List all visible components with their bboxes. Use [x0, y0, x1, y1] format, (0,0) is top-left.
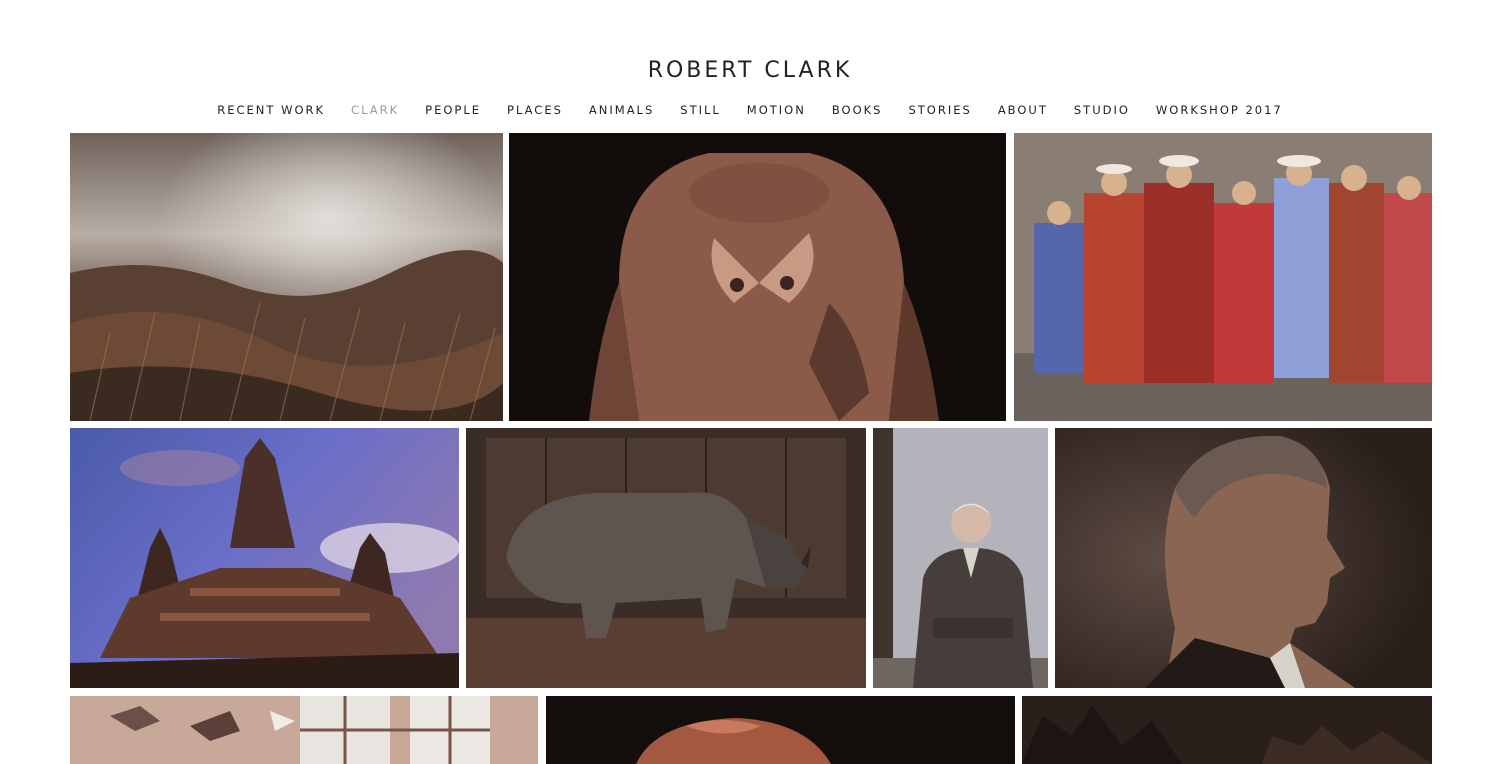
gallery-image-chest-moth[interactable]: [509, 133, 1006, 421]
gallery-image-dark-foliage[interactable]: [1022, 696, 1432, 764]
nav-item-about[interactable]: ABOUT: [985, 102, 1061, 118]
nav-item-still[interactable]: STILL: [667, 102, 734, 118]
nav-item-animals[interactable]: ANIMALS: [576, 102, 667, 118]
bird-room-photo: [70, 696, 538, 764]
gallery-image-profile-man[interactable]: [1055, 428, 1432, 688]
gallery-image-bird-room[interactable]: [70, 696, 538, 764]
nav-item-studio[interactable]: STUDIO: [1061, 102, 1143, 118]
site-title[interactable]: ROBERT CLARK: [0, 58, 1500, 83]
nav-item-recent-work[interactable]: RECENT WORK: [204, 102, 338, 118]
andean-women-photo: [1014, 133, 1432, 421]
gallery-image-andean-women[interactable]: [1014, 133, 1432, 421]
nav-item-motion[interactable]: MOTION: [734, 102, 819, 118]
temple-photo: [70, 428, 459, 688]
gallery-image-temple[interactable]: [70, 428, 459, 688]
flamingo-photo: [546, 696, 1015, 764]
gallery-image-flamingo[interactable]: [546, 696, 1015, 764]
grassland-photo: [70, 133, 503, 421]
profile-man-photo: [1055, 428, 1432, 688]
seated-man-photo: [873, 428, 1048, 688]
nav-item-people[interactable]: PEOPLE: [412, 102, 494, 118]
dark-foliage-photo: [1022, 696, 1432, 764]
rhino-photo: [466, 428, 866, 688]
nav-item-stories[interactable]: STORIES: [895, 102, 984, 118]
gallery-image-grassland[interactable]: [70, 133, 503, 421]
main-nav: RECENT WORK CLARK PEOPLE PLACES ANIMALS …: [0, 102, 1500, 118]
gallery-image-rhino[interactable]: [466, 428, 866, 688]
chest-moth-photo: [509, 133, 1006, 421]
nav-item-books[interactable]: BOOKS: [819, 102, 896, 118]
gallery-image-seated-man[interactable]: [873, 428, 1048, 688]
nav-item-places[interactable]: PLACES: [494, 102, 576, 118]
nav-item-workshop-2017[interactable]: WORKSHOP 2017: [1143, 102, 1296, 118]
nav-item-clark[interactable]: CLARK: [338, 102, 412, 118]
